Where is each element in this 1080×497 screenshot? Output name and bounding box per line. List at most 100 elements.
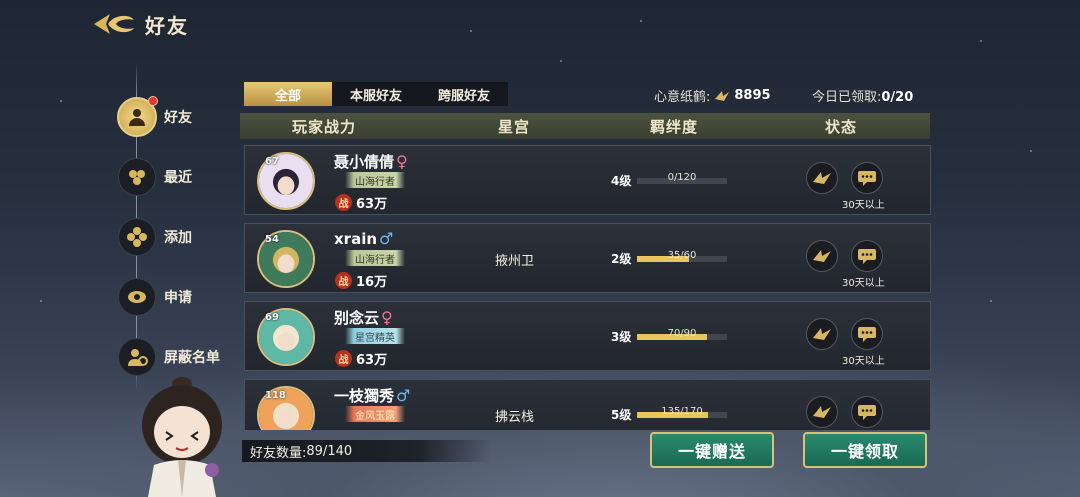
chat-icon xyxy=(858,405,876,420)
sidebar-item-requests[interactable]: 申请 xyxy=(118,278,238,322)
tab-cross-server[interactable]: 跨服好友 xyxy=(420,82,508,106)
player-level: 54 xyxy=(265,234,279,245)
claim-all-button[interactable]: 一键领取 xyxy=(803,432,927,468)
player-level: 69 xyxy=(265,312,279,323)
bond-progress-text: 0/120 xyxy=(667,172,697,183)
combat-icon: 战 xyxy=(335,350,352,367)
friend-row[interactable]: 69 别念云 ♀ 星宫精英 战 63万 3级 70/90 30天以上 xyxy=(244,301,931,371)
player-title-badge: 星宫精英 xyxy=(345,328,405,344)
online-status: 30天以上 xyxy=(842,356,885,367)
combat-icon: 战 xyxy=(335,272,352,289)
player-level: 67 xyxy=(265,156,279,167)
sidebar-item-label: 申请 xyxy=(164,290,192,306)
gift-all-button[interactable]: 一键赠送 xyxy=(650,432,774,468)
daily-claimed-label: 今日已领取: xyxy=(812,90,882,105)
sidebar-item-label: 添加 xyxy=(164,230,192,246)
send-crane-button[interactable] xyxy=(806,240,838,272)
player-name-line: 一枝獨秀 ♂ xyxy=(334,385,410,406)
combat-power: 战 63万 xyxy=(335,349,387,368)
player-name-line: 别念云 ♀ xyxy=(334,307,393,328)
online-status: 30天以上 xyxy=(842,278,885,289)
recent-icon xyxy=(118,158,156,196)
friend-count-value: 89/140 xyxy=(306,443,353,459)
table-header: 玩家战力 星宫 羁绊度 状态 xyxy=(240,113,930,139)
chat-button[interactable] xyxy=(851,318,883,350)
sidebar-item-label: 最近 xyxy=(164,170,192,186)
add-friend-icon xyxy=(118,218,156,256)
column-bond: 羁绊度 xyxy=(650,117,699,136)
player-name: 一枝獨秀 xyxy=(334,387,395,405)
send-crane-button[interactable] xyxy=(806,396,838,428)
paper-crane-icon xyxy=(813,406,831,418)
bond-progress-text: 70/90 xyxy=(667,328,697,339)
sidebar-item-add[interactable]: 添加 xyxy=(118,218,238,262)
chat-button[interactable] xyxy=(851,162,883,194)
sidebar-item-label: 好友 xyxy=(164,110,192,126)
friend-count: 好友数量: 89/140 xyxy=(242,440,492,462)
sidebar-item-recent[interactable]: 最近 xyxy=(118,158,238,202)
page-title: 好友 xyxy=(145,14,189,38)
bond-level: 3级 xyxy=(611,330,632,344)
friend-row[interactable]: 54 xrain ♂ 山海行者 战 16万 掖州卫 2级 35/60 30天以上 xyxy=(244,223,931,293)
back-button[interactable] xyxy=(92,10,136,38)
gender-icon: ♀ xyxy=(396,152,408,171)
sidebar-item-friends[interactable]: 好友 xyxy=(117,96,238,142)
combat-power-value: 16万 xyxy=(356,275,388,290)
mascot-character xyxy=(142,377,222,497)
tab-bar: 全部 本服好友 跨服好友 xyxy=(244,82,508,106)
star-palace: 掖州卫 xyxy=(495,254,535,269)
combat-power: 战 16万 xyxy=(335,271,387,290)
bond-progress-text: 135/170 xyxy=(661,406,703,417)
player-title-badge: 山海行者 xyxy=(345,250,405,266)
friend-row[interactable]: 67 聂小倩倩 ♀ 山海行者 战 63万 4级 0/120 30天以上 xyxy=(244,145,931,215)
bond-progress-text: 35/60 xyxy=(667,250,697,261)
send-crane-button[interactable] xyxy=(806,318,838,350)
request-icon xyxy=(118,278,156,316)
friend-row[interactable]: 118 一枝獨秀 ♂ 金风玉露 拂云栈 5级 135/170 xyxy=(244,379,931,430)
paper-crane-icon xyxy=(813,250,831,262)
column-status: 状态 xyxy=(825,117,858,136)
gender-icon: ♂ xyxy=(379,229,394,248)
column-star: 星宫 xyxy=(498,117,531,136)
paper-crane-icon xyxy=(813,172,831,184)
player-name-line: 聂小倩倩 ♀ xyxy=(334,151,408,172)
combat-icon: 战 xyxy=(335,194,352,211)
combat-power: 战 63万 xyxy=(335,193,387,212)
player-title-badge: 山海行者 xyxy=(345,172,405,188)
currency-label: 心意纸鹤: xyxy=(654,90,711,105)
combat-power-value: 63万 xyxy=(356,353,388,368)
daily-claimed: 今日已领取:0/20 xyxy=(812,86,913,105)
star-palace: 拂云栈 xyxy=(495,410,535,425)
paper-crane-icon xyxy=(813,328,831,340)
player-level: 118 xyxy=(265,390,286,401)
tab-all[interactable]: 全部 xyxy=(244,82,332,106)
paper-crane-icon xyxy=(715,90,730,101)
currency-display: 心意纸鹤: 8895 xyxy=(654,86,771,105)
bond-level: 2级 xyxy=(611,252,632,266)
send-crane-button[interactable] xyxy=(806,162,838,194)
back-arrow-icon xyxy=(94,14,134,34)
gender-icon: ♂ xyxy=(396,386,411,405)
currency-value: 8895 xyxy=(734,88,771,103)
friend-list[interactable]: 67 聂小倩倩 ♀ 山海行者 战 63万 4级 0/120 30天以上 54 xr… xyxy=(244,145,932,430)
tab-same-server[interactable]: 本服好友 xyxy=(332,82,420,106)
chat-icon xyxy=(858,249,876,264)
player-name: xrain xyxy=(334,229,378,248)
notification-dot xyxy=(148,96,158,106)
online-status: 30天以上 xyxy=(842,200,885,211)
chat-icon xyxy=(858,171,876,186)
friend-count-label: 好友数量: xyxy=(250,445,307,461)
chat-button[interactable] xyxy=(851,240,883,272)
chat-icon xyxy=(858,327,876,342)
column-power: 玩家战力 xyxy=(292,117,357,136)
combat-power-value: 63万 xyxy=(356,197,388,212)
chat-button[interactable] xyxy=(851,396,883,428)
gender-icon: ♀ xyxy=(381,308,393,327)
player-name: 聂小倩倩 xyxy=(334,153,395,171)
bond-level: 4级 xyxy=(611,174,632,188)
daily-claimed-value: 0/20 xyxy=(881,90,914,105)
player-name-line: xrain ♂ xyxy=(334,229,393,248)
sidebar-item-label: 屏蔽名单 xyxy=(164,350,220,366)
player-title-badge: 金风玉露 xyxy=(345,406,405,422)
player-name: 别念云 xyxy=(334,309,380,327)
